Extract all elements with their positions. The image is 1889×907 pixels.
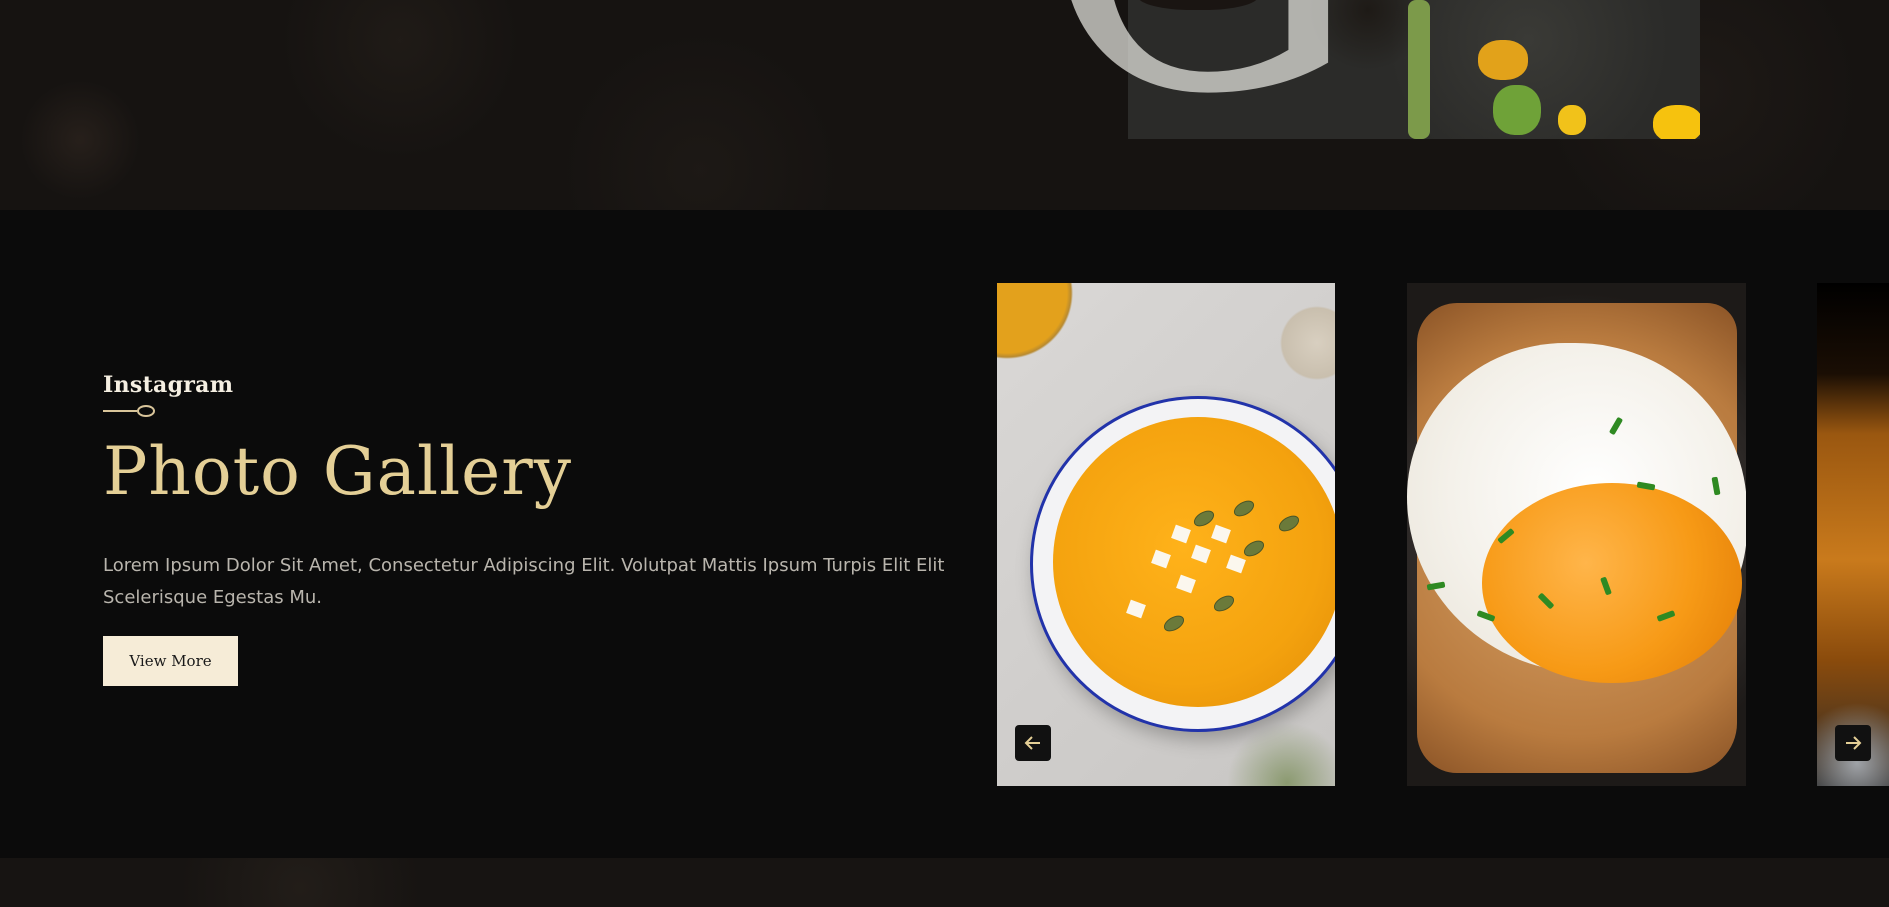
decorative-letter: G bbox=[1040, 0, 1360, 150]
soup-bowl bbox=[1030, 396, 1335, 732]
brussels-sprout bbox=[1493, 85, 1541, 135]
feta-piece bbox=[1151, 549, 1171, 569]
pepper-piece bbox=[1653, 105, 1700, 139]
drink-photo[interactable] bbox=[1817, 283, 1889, 786]
arrow-left-icon bbox=[1024, 736, 1040, 750]
arrow-right-icon bbox=[1846, 736, 1862, 750]
soup bbox=[1053, 417, 1335, 707]
feta-piece bbox=[1176, 574, 1196, 594]
feta-piece bbox=[1226, 554, 1246, 574]
section-title: Photo Gallery bbox=[103, 433, 573, 510]
bottom-background-band bbox=[0, 858, 1889, 907]
section-description: Lorem Ipsum Dolor Sit Amet, Consectetur … bbox=[103, 555, 945, 608]
pumpkin-seed bbox=[1276, 512, 1302, 535]
gallery-next-button[interactable] bbox=[1835, 725, 1871, 761]
pumpkin-seed bbox=[1211, 592, 1237, 615]
pumpkin-seed bbox=[1231, 497, 1257, 520]
feta-piece bbox=[1171, 524, 1191, 544]
egg-yolk bbox=[1482, 483, 1742, 683]
section-eyebrow: Instagram bbox=[103, 372, 234, 398]
feta-piece bbox=[1211, 524, 1231, 544]
pumpkin-seed bbox=[1191, 507, 1217, 530]
pumpkin-seed bbox=[1241, 537, 1267, 560]
view-more-button[interactable]: View More bbox=[103, 636, 238, 686]
asparagus-spear bbox=[1408, 0, 1430, 139]
pumpkin-soup-photo[interactable] bbox=[997, 283, 1335, 786]
gallery-prev-button[interactable] bbox=[1015, 725, 1051, 761]
feta-piece bbox=[1126, 599, 1146, 619]
pepper-piece bbox=[1558, 105, 1586, 135]
pumpkin-seed bbox=[1161, 612, 1187, 635]
pepper-piece bbox=[1478, 40, 1528, 80]
spoon-divider-icon bbox=[103, 405, 155, 417]
gallery-intro: Instagram Photo Gallery Lorem Ipsum Dolo… bbox=[103, 370, 983, 686]
feta-piece bbox=[1191, 544, 1211, 564]
fried-egg-toast-photo[interactable] bbox=[1407, 283, 1746, 786]
